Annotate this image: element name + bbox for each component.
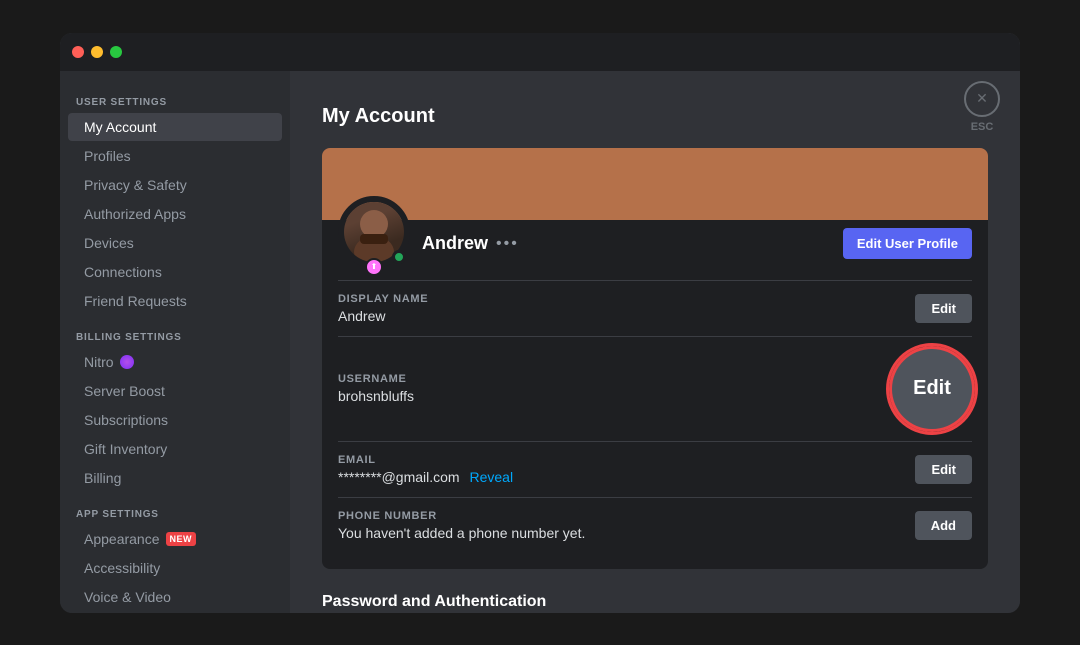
sidebar-item-label: Server Boost xyxy=(84,383,165,399)
main-inner: My Account xyxy=(290,81,1020,613)
titlebar xyxy=(60,33,1020,71)
edit-email-button[interactable]: Edit xyxy=(915,455,972,484)
app-window: User Settings My Account Profiles Privac… xyxy=(60,33,1020,613)
phone-label: Phone Number xyxy=(338,510,915,522)
username-value: brohsnbluffs xyxy=(338,388,892,404)
avatar-wrapper: ⬆ xyxy=(338,196,410,268)
online-indicator xyxy=(392,250,406,264)
nitro-icon xyxy=(120,355,134,369)
add-phone-button[interactable]: Add xyxy=(915,511,972,540)
sidebar-item-appearance[interactable]: Appearance NEW xyxy=(68,525,282,553)
sidebar-item-connections[interactable]: Connections xyxy=(68,258,282,286)
new-badge: NEW xyxy=(166,532,197,546)
sidebar-item-label: Friend Requests xyxy=(84,293,187,309)
user-settings-label: User Settings xyxy=(60,81,290,112)
edit-username-button[interactable]: Edit xyxy=(892,349,972,429)
sidebar-item-devices[interactable]: Devices xyxy=(68,229,282,257)
profile-card: ⬆ Andrew ••• Edit User Profile Display N… xyxy=(322,148,988,569)
sidebar-item-label: Gift Inventory xyxy=(84,441,167,457)
email-label: Email xyxy=(338,454,915,466)
sidebar-item-label: Privacy & Safety xyxy=(84,177,187,193)
sidebar-item-label: Subscriptions xyxy=(84,412,168,428)
esc-circle: ✕ xyxy=(964,81,1000,117)
email-value: ********@gmail.com Reveal xyxy=(338,469,915,485)
esc-button[interactable]: ✕ ESC xyxy=(964,81,1000,133)
main-content: ✕ ESC My Account xyxy=(290,33,1020,613)
sidebar-item-subscriptions[interactable]: Subscriptions xyxy=(68,406,282,434)
app-settings-label: App Settings xyxy=(60,493,290,524)
email-masked: ********@gmail.com xyxy=(338,469,460,485)
phone-value: You haven't added a phone number yet. xyxy=(338,525,915,541)
edit-user-profile-button[interactable]: Edit User Profile xyxy=(843,228,972,259)
email-content: Email ********@gmail.com Reveal xyxy=(338,454,915,485)
sidebar-item-label: Profiles xyxy=(84,148,131,164)
sidebar-item-label: Accessibility xyxy=(84,560,160,576)
esc-label: ESC xyxy=(971,121,994,133)
username-label: Username xyxy=(338,373,892,385)
page-title: My Account xyxy=(322,105,988,128)
sidebar-item-voice-video[interactable]: Voice & Video xyxy=(68,583,282,611)
reveal-email-link[interactable]: Reveal xyxy=(469,469,513,485)
sidebar-item-gift-inventory[interactable]: Gift Inventory xyxy=(68,435,282,463)
sidebar-item-server-boost[interactable]: Server Boost xyxy=(68,377,282,405)
boost-badge: ⬆ xyxy=(365,258,383,276)
sidebar-item-billing[interactable]: Billing xyxy=(68,464,282,492)
display-name-label: Display Name xyxy=(338,293,915,305)
display-name-content: Display Name Andrew xyxy=(338,293,915,324)
sidebar-item-accessibility[interactable]: Accessibility xyxy=(68,554,282,582)
sidebar-item-label: Voice & Video xyxy=(84,589,171,605)
sidebar-item-label: Billing xyxy=(84,470,121,486)
profile-display-name: Andrew xyxy=(422,233,488,254)
minimize-button[interactable] xyxy=(91,46,103,58)
sidebar-item-nitro[interactable]: Nitro xyxy=(68,348,282,376)
display-name-field-row: Display Name Andrew Edit xyxy=(338,280,972,336)
sidebar-item-label: Appearance xyxy=(84,531,160,547)
sidebar-item-label: My Account xyxy=(84,119,156,135)
maximize-button[interactable] xyxy=(110,46,122,58)
profile-banner xyxy=(322,148,988,220)
display-name-value: Andrew xyxy=(338,308,915,324)
phone-field-row: Phone Number You haven't added a phone n… xyxy=(338,497,972,553)
sidebar-item-label: Nitro xyxy=(84,354,114,370)
edit-display-name-button[interactable]: Edit xyxy=(915,294,972,323)
sidebar-item-label: Authorized Apps xyxy=(84,206,186,222)
fields-section: Display Name Andrew Edit Username brohsn… xyxy=(322,280,988,569)
password-section-title: Password and Authentication xyxy=(322,593,988,611)
phone-content: Phone Number You haven't added a phone n… xyxy=(338,510,915,541)
email-field-row: Email ********@gmail.com Reveal Edit xyxy=(338,441,972,497)
profile-username-row: Andrew ••• xyxy=(422,233,843,254)
close-button[interactable] xyxy=(72,46,84,58)
sidebar-item-my-account[interactable]: My Account xyxy=(68,113,282,141)
sidebar-item-text-images[interactable]: Text & Images xyxy=(68,612,282,613)
sidebar-item-profiles[interactable]: Profiles xyxy=(68,142,282,170)
profile-info-row: ⬆ Andrew ••• Edit User Profile xyxy=(322,220,988,280)
sidebar-item-privacy-safety[interactable]: Privacy & Safety xyxy=(68,171,282,199)
username-content: Username brohsnbluffs xyxy=(338,373,892,404)
billing-settings-label: Billing Settings xyxy=(60,316,290,347)
sidebar-item-friend-requests[interactable]: Friend Requests xyxy=(68,287,282,315)
sidebar-item-label: Connections xyxy=(84,264,162,280)
sidebar-item-label: Devices xyxy=(84,235,134,251)
sidebar-item-authorized-apps[interactable]: Authorized Apps xyxy=(68,200,282,228)
sidebar: User Settings My Account Profiles Privac… xyxy=(60,33,290,613)
username-field-row: Username brohsnbluffs Edit xyxy=(338,336,972,441)
profile-menu-dots[interactable]: ••• xyxy=(496,235,519,253)
